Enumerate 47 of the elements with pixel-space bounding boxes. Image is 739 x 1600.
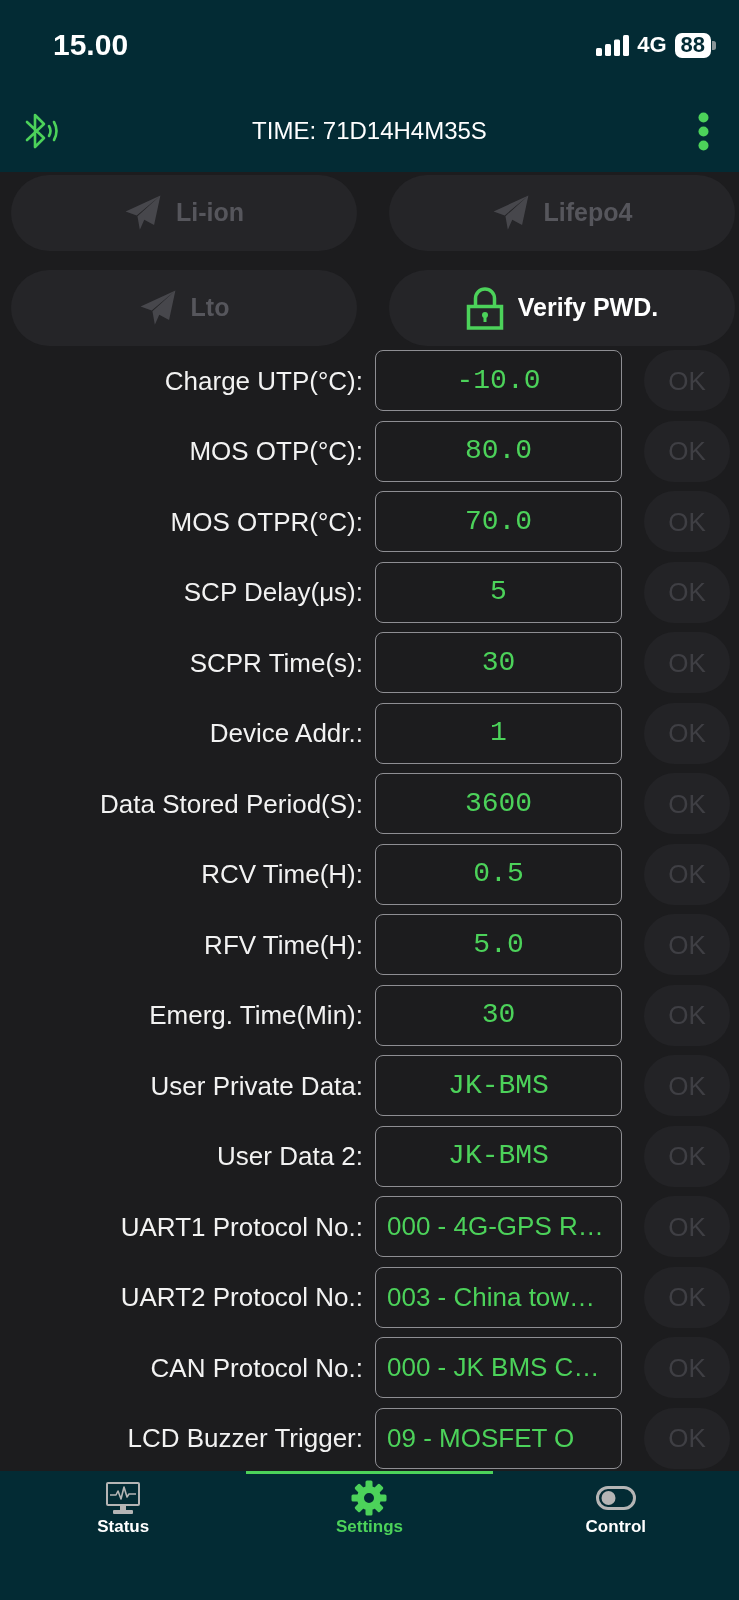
input-field[interactable]: 5 xyxy=(375,561,622,623)
setting-label: UART2 Protocol No.: xyxy=(119,1284,363,1310)
setting-label: Charge UTP(°C): xyxy=(163,367,363,394)
monitor-pulse-icon xyxy=(106,1481,141,1515)
nav-tab[interactable]: Status xyxy=(0,1471,247,1541)
setting-label: CAN Protocol No.: xyxy=(149,1354,363,1381)
nav-tab[interactable]: Control xyxy=(492,1471,739,1541)
input-field[interactable]: 80.0 xyxy=(375,420,622,482)
setting-label: SCP Delay(μs): xyxy=(182,579,363,605)
status-time: 15.00 xyxy=(53,30,129,60)
input-field[interactable]: 30 xyxy=(375,632,622,693)
setting-label: User Data 2: xyxy=(216,1143,363,1169)
setting-label: Data Stored Period(S): xyxy=(99,790,363,817)
setting-label: UART1 Protocol No.: xyxy=(119,1213,363,1240)
battery-tip-icon xyxy=(712,40,716,50)
signal-icon xyxy=(596,34,630,56)
more-menu-icon[interactable] xyxy=(698,111,709,151)
input-field[interactable]: 5.0 xyxy=(375,914,622,975)
padlock-icon xyxy=(465,286,504,330)
dropdown-field[interactable]: 000 - JK BMS C… xyxy=(375,1337,622,1398)
setting-label: SCPR Time(s): xyxy=(188,649,363,676)
setting-label: RFV Time(H): xyxy=(203,931,363,958)
app-title: TIME: 71D14H4M35S xyxy=(252,119,487,143)
dropdown-field[interactable]: 09 - MOSFET O xyxy=(375,1407,622,1469)
setting-label: MOS OTP(°C): xyxy=(188,438,363,464)
gear-icon xyxy=(351,1480,388,1516)
input-field[interactable]: JK-BMS xyxy=(375,1055,622,1116)
verify-password-button[interactable]: Verify PWD. xyxy=(389,270,735,346)
setting-label: Emerg. Time(Min): xyxy=(148,1002,363,1028)
input-field[interactable]: -10.0 xyxy=(375,350,622,411)
setting-label: User Private Data: xyxy=(149,1072,363,1099)
setting-label: RCV Time(H): xyxy=(200,861,363,887)
toggle-switch-icon xyxy=(595,1486,636,1510)
input-field[interactable]: JK-BMS xyxy=(375,1125,622,1187)
input-field[interactable]: 30 xyxy=(375,984,622,1046)
setting-label: LCD Buzzer Trigger: xyxy=(126,1425,363,1451)
dropdown-field[interactable]: 003 - China tow… xyxy=(375,1266,622,1328)
network-type: 4G xyxy=(637,34,667,56)
setting-label: Device Addr.: xyxy=(208,720,363,746)
input-field[interactable]: 0.5 xyxy=(375,843,622,905)
setting-label: MOS OTPR(°C): xyxy=(169,508,363,535)
nav-tab[interactable]: Settings xyxy=(246,1471,493,1541)
input-field[interactable]: 3600 xyxy=(375,773,622,834)
input-field[interactable]: 1 xyxy=(375,702,622,764)
dropdown-field[interactable]: 000 - 4G-GPS R… xyxy=(375,1196,622,1257)
battery-level: 88 xyxy=(674,32,711,58)
input-field[interactable]: 70.0 xyxy=(375,491,622,552)
